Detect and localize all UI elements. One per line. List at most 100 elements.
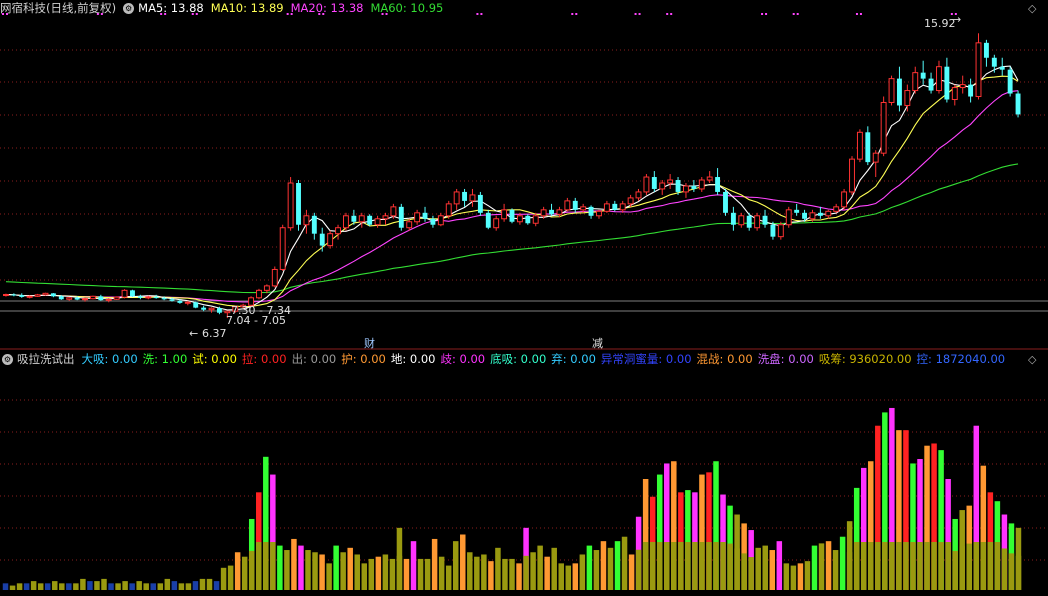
volume-bar-base xyxy=(952,550,958,590)
volume-bar xyxy=(368,558,375,590)
volume-bar xyxy=(424,558,431,590)
volume-bar xyxy=(312,552,318,590)
candle-body xyxy=(390,206,397,217)
signal-dot xyxy=(480,13,483,15)
volume-bar-base xyxy=(706,542,712,590)
range-label-lower: 7.04 - 7.05 xyxy=(226,314,286,327)
indicator-legend: 大吸: 0.00 洗: 1.00 试: 0.00 拉: 0.00 出: 0.00 护: 0… xyxy=(82,351,1011,367)
candle-body xyxy=(279,227,286,270)
volume-bar-base xyxy=(931,542,937,590)
volume-bar-base xyxy=(748,557,754,590)
settings-circle-icon[interactable]: ⚙ xyxy=(123,2,135,14)
candle-body xyxy=(469,194,476,202)
candle-body xyxy=(794,209,800,213)
volume-bar xyxy=(586,545,593,590)
candle-body xyxy=(113,296,120,300)
candle-body xyxy=(11,294,17,296)
volume-bar xyxy=(431,538,438,590)
volume-bar xyxy=(467,552,473,590)
ma-legend: MA5: 13.88 MA10: 13.89 MA20: 13.38 MA60: 10… xyxy=(138,0,450,16)
kline-chart[interactable] xyxy=(0,0,1048,592)
candle-body xyxy=(572,200,578,210)
volume-bar xyxy=(73,583,79,590)
volume-bar xyxy=(481,554,487,590)
volume-bar xyxy=(839,536,846,590)
volume-bar xyxy=(94,581,100,590)
signal-dot xyxy=(765,13,768,15)
candle-body xyxy=(477,194,483,213)
volume-bar xyxy=(818,543,825,590)
volume-bar xyxy=(502,558,508,590)
finance-marker[interactable]: 财 xyxy=(364,335,375,351)
candle-body xyxy=(588,206,594,216)
candle-body xyxy=(216,308,222,313)
candle-body xyxy=(89,295,96,300)
volume-bar xyxy=(305,550,311,590)
indicator-name[interactable]: 吸拉洗试出 xyxy=(17,351,75,367)
candle-body xyxy=(319,233,325,246)
volume-bar xyxy=(551,547,557,590)
volume-bar xyxy=(298,545,304,590)
volume-bar-base xyxy=(1008,553,1015,590)
candle-body xyxy=(74,297,80,300)
volume-bar-base xyxy=(713,542,719,590)
volume-bar-base xyxy=(248,550,255,590)
candle-body xyxy=(999,66,1005,70)
volume-bar xyxy=(516,563,522,590)
candle-body xyxy=(525,215,531,224)
volume-bar xyxy=(16,583,23,590)
volume-bar xyxy=(410,541,417,590)
indicator-legend-item: 歧: 0.00 xyxy=(440,352,486,366)
candle-body xyxy=(398,206,404,228)
volume-bar-base xyxy=(664,542,670,590)
stock-title[interactable]: 网宿科技(日线,前复权) xyxy=(0,0,116,16)
indicator-legend-item: 吸筹: 936020.00 xyxy=(818,352,912,366)
volume-bar-base xyxy=(860,542,867,590)
volume-bar-base xyxy=(966,543,972,590)
reduce-holding-marker[interactable]: 减 xyxy=(592,335,603,351)
candle-body xyxy=(564,200,571,211)
volume-bar-base xyxy=(1001,548,1008,590)
volume-bar-base xyxy=(896,542,902,590)
candle-body xyxy=(975,42,982,98)
volume-bar-base xyxy=(649,542,656,590)
candle-body xyxy=(382,215,389,220)
volume-bar xyxy=(80,578,86,590)
candle-body xyxy=(746,215,752,228)
volume-bar xyxy=(108,583,114,590)
signal-dot xyxy=(666,13,669,15)
volume-bar xyxy=(488,561,494,590)
candle-body xyxy=(3,294,9,297)
indicator-legend-item: 底吸: 0.00 xyxy=(490,352,547,366)
candle-body xyxy=(169,299,175,301)
volume-bar xyxy=(832,550,839,590)
volume-bar xyxy=(284,550,290,590)
volume-bar xyxy=(460,534,466,590)
candle-body xyxy=(453,191,460,205)
volume-bar xyxy=(558,563,564,590)
candle-body xyxy=(785,209,792,226)
ma20-line xyxy=(5,90,1019,303)
signal-dot xyxy=(634,13,637,15)
indicator-legend-item: 弃: 0.00 xyxy=(551,352,596,366)
candle-body xyxy=(912,72,919,92)
panel-diamond-icon[interactable]: ◇ xyxy=(1028,353,1036,366)
signal-dot xyxy=(670,13,673,15)
candle-body xyxy=(667,179,674,184)
indicator-settings-icon[interactable]: ⚙ xyxy=(2,353,13,365)
candle-body xyxy=(556,209,563,215)
volume-bar-base xyxy=(720,542,726,590)
candle-body xyxy=(374,218,381,226)
indicator-legend-item: 护: 0.00 xyxy=(341,352,386,366)
candle-body xyxy=(19,295,25,297)
candle-body xyxy=(34,294,41,297)
candle-body xyxy=(549,209,554,215)
volume-bar xyxy=(291,538,297,590)
signal-dot xyxy=(792,13,795,15)
candle-body xyxy=(327,233,334,247)
collapse-diamond-icon[interactable]: ◇ xyxy=(1028,2,1036,15)
volume-bar xyxy=(614,541,621,590)
candle-body xyxy=(603,203,610,212)
volume-bar xyxy=(579,554,586,590)
indicator-legend-item: 出: 0.00 xyxy=(291,352,337,366)
